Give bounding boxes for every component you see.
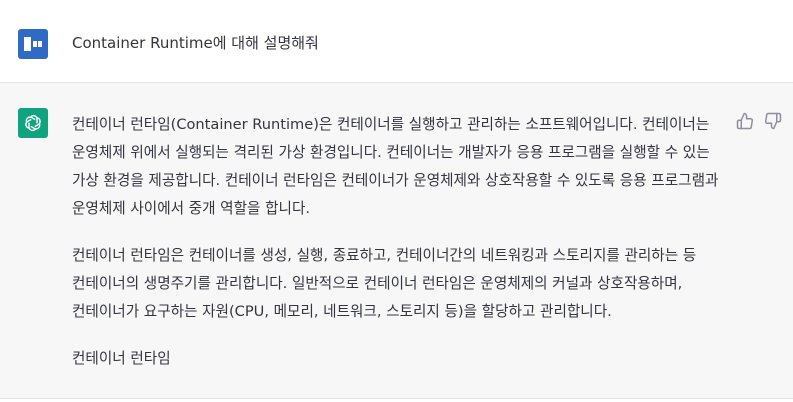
openai-logo-icon — [25, 114, 41, 132]
user-avatar — [18, 29, 48, 59]
user-message-text: Container Runtime에 대해 설명해줘 — [72, 34, 319, 52]
assistant-paragraph-3: 컨테이너 런타임 — [72, 350, 171, 367]
assistant-paragraph-2: 컨테이너 런타임은 컨테이너를 생성, 실행, 종료하고, 컨테이너간의 네트워… — [72, 247, 697, 320]
thumbs-up-button[interactable] — [736, 112, 754, 130]
thumbs-down-button[interactable] — [764, 112, 782, 130]
assistant-message-body: 컨테이너 런타임(Container Runtime)은 컨테이너를 실행하고 … — [72, 111, 724, 392]
user-avatar-icon — [24, 37, 42, 51]
assistant-message-row: 컨테이너 런타임(Container Runtime)은 컨테이너를 실행하고 … — [0, 83, 793, 399]
assistant-paragraph-1: 컨테이너 런타임(Container Runtime)은 컨테이너를 실행하고 … — [72, 116, 719, 217]
thumbs-up-icon — [736, 112, 754, 130]
assistant-avatar — [18, 108, 48, 138]
user-message-row: Container Runtime에 대해 설명해줘 — [0, 5, 793, 83]
thumbs-down-icon — [764, 112, 782, 130]
